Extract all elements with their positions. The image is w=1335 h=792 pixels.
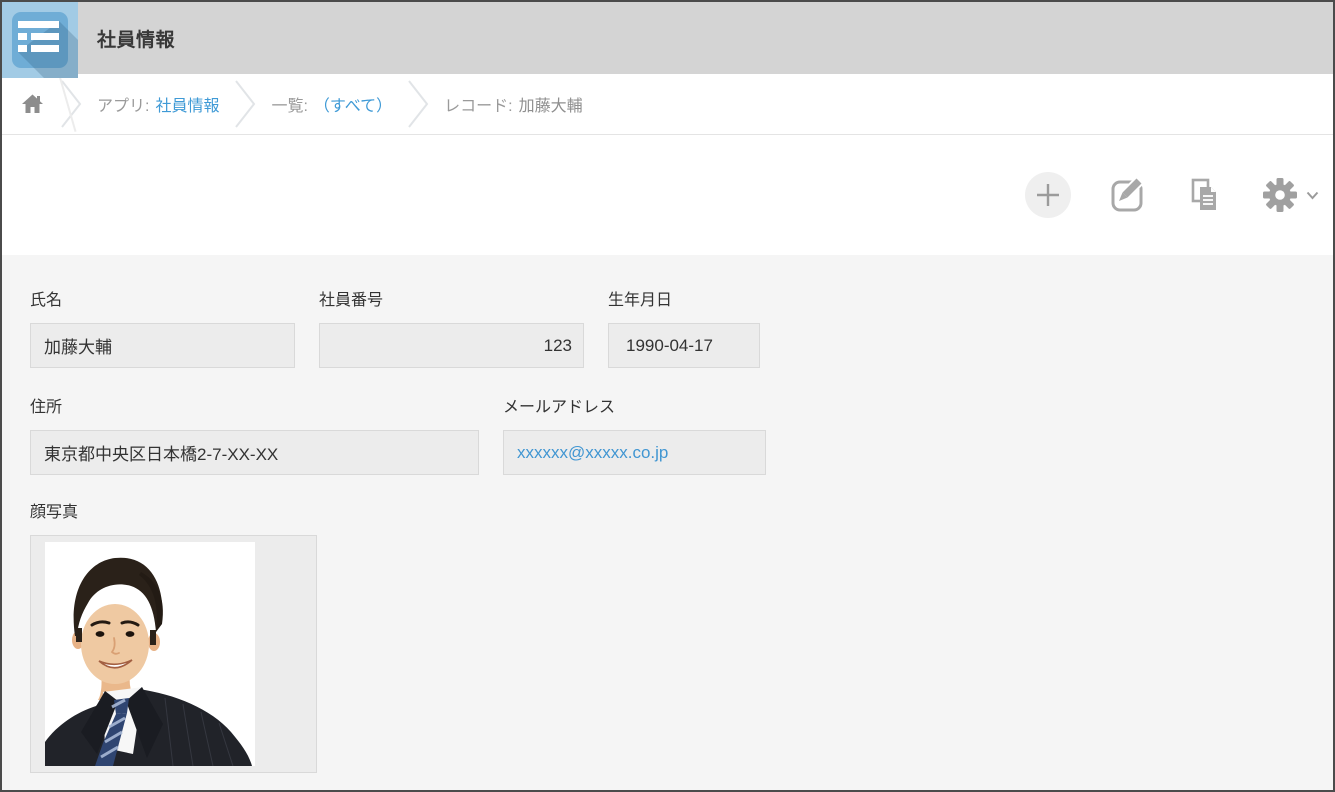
settings-menu-button[interactable] [1261, 176, 1319, 214]
duplicate-record-button[interactable] [1185, 176, 1223, 214]
breadcrumb-view: 一覧: （すべて） [271, 92, 392, 116]
chevron-down-icon [1306, 191, 1319, 200]
email-link[interactable]: xxxxxx@xxxxx.co.jp [517, 443, 668, 463]
field-employee-number: 社員番号 123 [319, 292, 584, 368]
field-name: 氏名 加藤大輔 [30, 292, 295, 368]
field-birthdate: 生年月日 1990-04-17 [608, 292, 760, 368]
breadcrumb-separator-icon [232, 78, 258, 130]
field-label: 社員番号 [319, 292, 584, 310]
field-label: 氏名 [30, 292, 295, 310]
breadcrumb-record: レコード: 加藤大輔 [444, 92, 582, 116]
home-icon[interactable] [20, 92, 45, 116]
field-label: 住所 [30, 399, 479, 417]
field-label: 生年月日 [608, 292, 760, 310]
app-header: 社員情報 [2, 2, 1333, 74]
page-title: 社員情報 [97, 25, 175, 52]
field-address: 住所 東京都中央区日本橋2-7-XX-XX [30, 399, 479, 475]
breadcrumb-view-prefix: 一覧: [271, 92, 307, 116]
breadcrumb-separator-icon [405, 78, 431, 130]
breadcrumb-record-name: 加藤大輔 [519, 92, 583, 116]
portrait-photo[interactable] [45, 542, 255, 766]
breadcrumb-app: アプリ: 社員情報 [97, 92, 219, 116]
plus-icon [1035, 182, 1061, 208]
field-photo: 顔写真 [30, 504, 317, 773]
field-value-employee-number: 123 [319, 323, 584, 368]
copy-icon [1185, 176, 1223, 214]
gear-icon [1261, 176, 1299, 214]
field-email: メールアドレス xxxxxx@xxxxx.co.jp [503, 399, 766, 475]
photo-field-box [30, 535, 317, 773]
app-icon[interactable] [2, 2, 78, 78]
breadcrumb-app-link[interactable]: 社員情報 [155, 92, 219, 116]
field-value-birthdate: 1990-04-17 [608, 323, 760, 368]
record-detail: 氏名 加藤大輔 社員番号 123 生年月日 1990-04-17 住所 東京都中… [2, 255, 1333, 791]
field-value-email: xxxxxx@xxxxx.co.jp [503, 430, 766, 475]
edit-record-button[interactable] [1109, 176, 1147, 214]
breadcrumb: アプリ: 社員情報 一覧: （すべて） レコード: 加藤大輔 [2, 74, 1333, 135]
record-toolbar [2, 135, 1333, 255]
breadcrumb-record-prefix: レコード: [444, 92, 512, 116]
breadcrumb-view-link[interactable]: （すべて） [314, 92, 392, 116]
field-label: メールアドレス [503, 399, 766, 417]
edit-icon [1109, 176, 1147, 214]
field-label: 顔写真 [30, 504, 317, 522]
field-value-name: 加藤大輔 [30, 323, 295, 368]
breadcrumb-app-prefix: アプリ: [97, 92, 149, 116]
field-value-address: 東京都中央区日本橋2-7-XX-XX [30, 430, 479, 475]
add-record-button[interactable] [1025, 172, 1071, 218]
app-window: 社員情報 アプリ: 社員情報 一覧: （すべて） [0, 0, 1335, 792]
